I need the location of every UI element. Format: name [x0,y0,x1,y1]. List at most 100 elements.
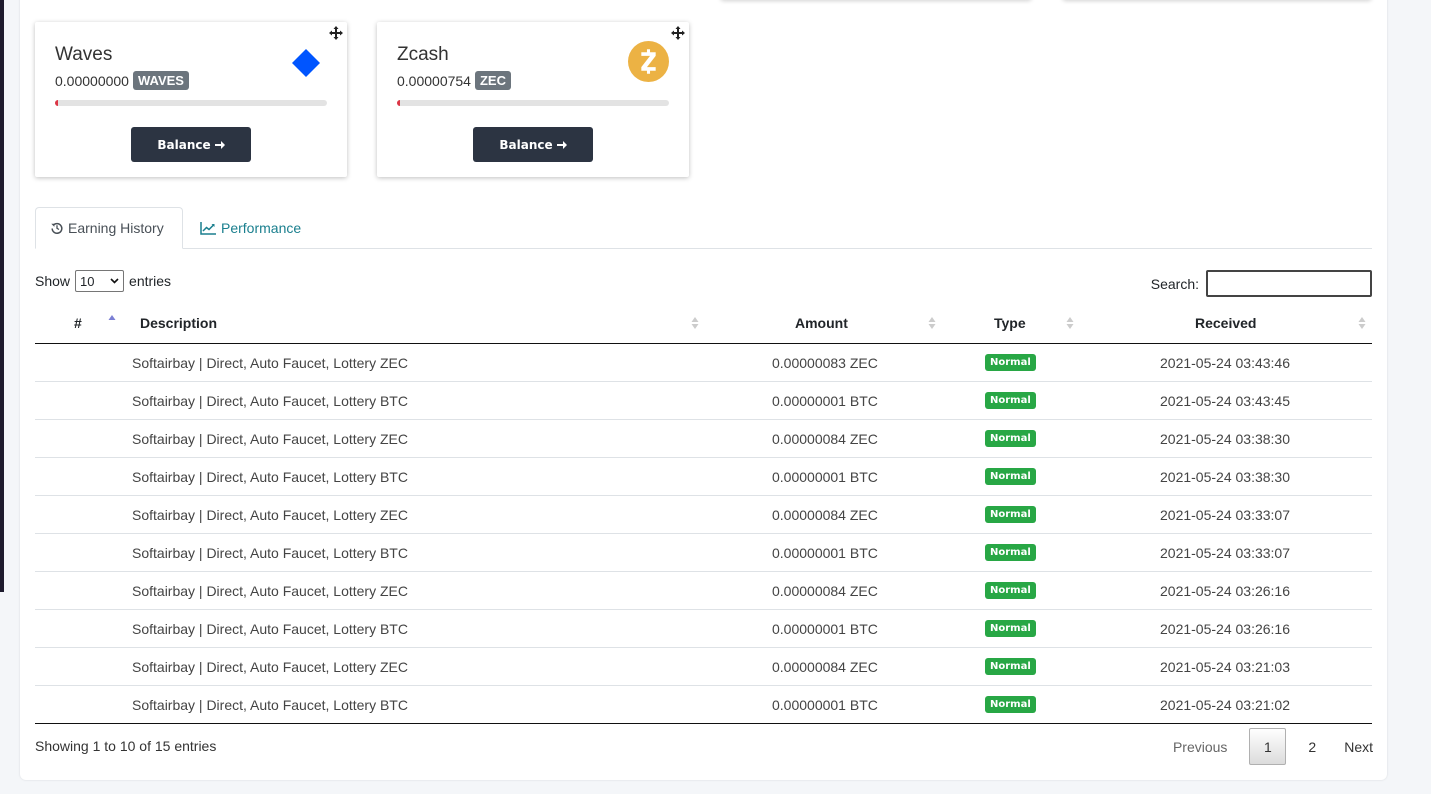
previous-page-button[interactable]: Previous [1159,728,1241,765]
cell-amount: 0.00000001 BTC [772,696,878,713]
type-badge: Normal [985,392,1036,409]
cell-received: 2021-05-24 03:21:02 [1160,696,1290,713]
coin-symbol-badge: WAVES [132,71,189,90]
type-badge: Normal [985,506,1036,523]
entries-label: entries [129,273,172,289]
cell-received: 2021-05-24 03:33:07 [1160,544,1290,561]
cell-description: Softairbay | Direct, Auto Faucet, Lotter… [132,392,408,409]
coin-symbol-badge: ZEC [474,71,511,90]
column-header-label: Received [1195,315,1257,331]
entries-length-control: Show 10 entries [35,270,171,292]
cell-received: 2021-05-24 03:38:30 [1160,430,1290,447]
type-badge: Normal [985,468,1036,485]
column-header-number[interactable]: # [74,303,82,343]
coin-name: Waves [55,44,113,65]
cell-amount: 0.00000084 ZEC [772,582,878,599]
type-badge: Normal [985,430,1036,447]
cell-description: Softairbay | Direct, Auto Faucet, Lotter… [132,620,408,637]
sort-both-icon [928,317,936,329]
cell-description: Softairbay | Direct, Auto Faucet, Lotter… [132,544,408,561]
page-button-2[interactable]: 2 [1294,728,1330,765]
page-button-1[interactable]: 1 [1249,728,1287,765]
balance-progress-bar [397,100,669,106]
table-row: Softairbay | Direct, Auto Faucet, Lotter… [35,610,1372,648]
sort-both-icon [1358,317,1366,329]
table-row: Softairbay | Direct, Auto Faucet, Lotter… [35,648,1372,686]
column-header-received[interactable]: Received [1195,303,1256,343]
type-badge: Normal [985,354,1036,371]
search-label: Search: [1150,275,1199,292]
table-row: Softairbay | Direct, Auto Faucet, Lotter… [35,496,1372,534]
table-row: Softairbay | Direct, Auto Faucet, Lotter… [35,382,1372,420]
cell-received: 2021-05-24 03:33:07 [1160,506,1290,523]
column-header-label: Type [994,315,1026,331]
cell-received: 2021-05-24 03:26:16 [1160,582,1290,599]
sort-both-icon [1066,317,1074,329]
progress-fill [397,100,400,106]
sidebar-edge [0,0,4,592]
cell-description: Softairbay | Direct, Auto Faucet, Lotter… [132,696,408,713]
cell-amount: 0.00000001 BTC [772,620,878,637]
cell-description: Softairbay | Direct, Auto Faucet, Lotter… [132,468,408,485]
type-badge: Normal [985,620,1036,637]
balance-progress-bar [55,100,327,106]
column-header-label: # [74,315,82,331]
entries-select[interactable]: 10 [75,270,125,292]
table-row: Softairbay | Direct, Auto Faucet, Lotter… [35,534,1372,572]
table-info: Showing 1 to 10 of 15 entries [35,738,217,754]
type-badge: Normal [985,696,1036,713]
search-input[interactable] [1206,270,1372,297]
progress-fill [55,100,58,106]
cell-description: Softairbay | Direct, Auto Faucet, Lotter… [132,658,408,675]
coin-amount-row: 0.00000754 ZEC [397,71,511,90]
chevron-down-icon [110,278,119,284]
arrow-right-icon [556,140,567,149]
cell-received: 2021-05-24 03:43:46 [1160,354,1290,371]
line-chart-icon [200,221,216,235]
cell-received: 2021-05-24 03:21:03 [1160,658,1290,675]
cell-received: 2021-05-24 03:43:45 [1160,392,1290,409]
column-header-type[interactable]: Type [994,303,1026,343]
cell-amount: 0.00000083 ZEC [772,354,878,371]
table-row: Softairbay | Direct, Auto Faucet, Lotter… [35,420,1372,458]
balance-button[interactable]: Balance [473,127,593,162]
type-badge: Normal [985,658,1036,675]
cell-amount: 0.00000001 BTC [772,392,878,409]
balance-button-label: Balance [499,137,553,152]
cell-amount: 0.00000084 ZEC [772,430,878,447]
cell-description: Softairbay | Direct, Auto Faucet, Lotter… [132,582,408,599]
column-header-label: Description [140,315,218,331]
cell-received: 2021-05-24 03:38:30 [1160,468,1290,485]
sort-both-icon [691,317,699,329]
cell-amount: 0.00000001 BTC [772,544,878,561]
coin-name: Zcash [397,44,449,65]
move-icon[interactable] [329,26,343,40]
coin-card-waves: Waves 0.00000000 WAVES Balance [35,22,347,177]
type-badge: Normal [985,582,1036,599]
type-badge: Normal [985,544,1036,561]
column-header-amount[interactable]: Amount [795,303,848,343]
show-label: Show [35,273,71,289]
balance-button[interactable]: Balance [131,127,251,162]
tab-earning-history[interactable]: Earning History [35,207,183,249]
table-search: Search: [1151,270,1372,297]
entries-select-value: 10 [80,273,95,289]
cell-description: Softairbay | Direct, Auto Faucet, Lotter… [132,430,408,447]
move-icon[interactable] [671,26,685,40]
table-header: # Description Amount Type Received [35,303,1372,344]
cell-amount: 0.00000084 ZEC [772,658,878,675]
table-row: Softairbay | Direct, Auto Faucet, Lotter… [35,458,1372,496]
history-tabs: Earning History Performance [35,207,1372,249]
sort-asc-icon [108,315,116,320]
history-icon [51,222,63,234]
column-header-description[interactable]: Description [140,303,217,343]
coin-amount: 0.00000754 [397,72,471,89]
coin-amount-row: 0.00000000 WAVES [55,71,189,90]
tab-label: Performance [221,220,302,236]
cell-amount: 0.00000001 BTC [772,468,878,485]
table-row: Softairbay | Direct, Auto Faucet, Lotter… [35,344,1372,382]
zcash-coin-icon [628,41,669,82]
tab-label: Earning History [68,220,164,236]
tab-performance[interactable]: Performance [185,207,316,249]
next-page-button[interactable]: Next [1330,728,1387,765]
